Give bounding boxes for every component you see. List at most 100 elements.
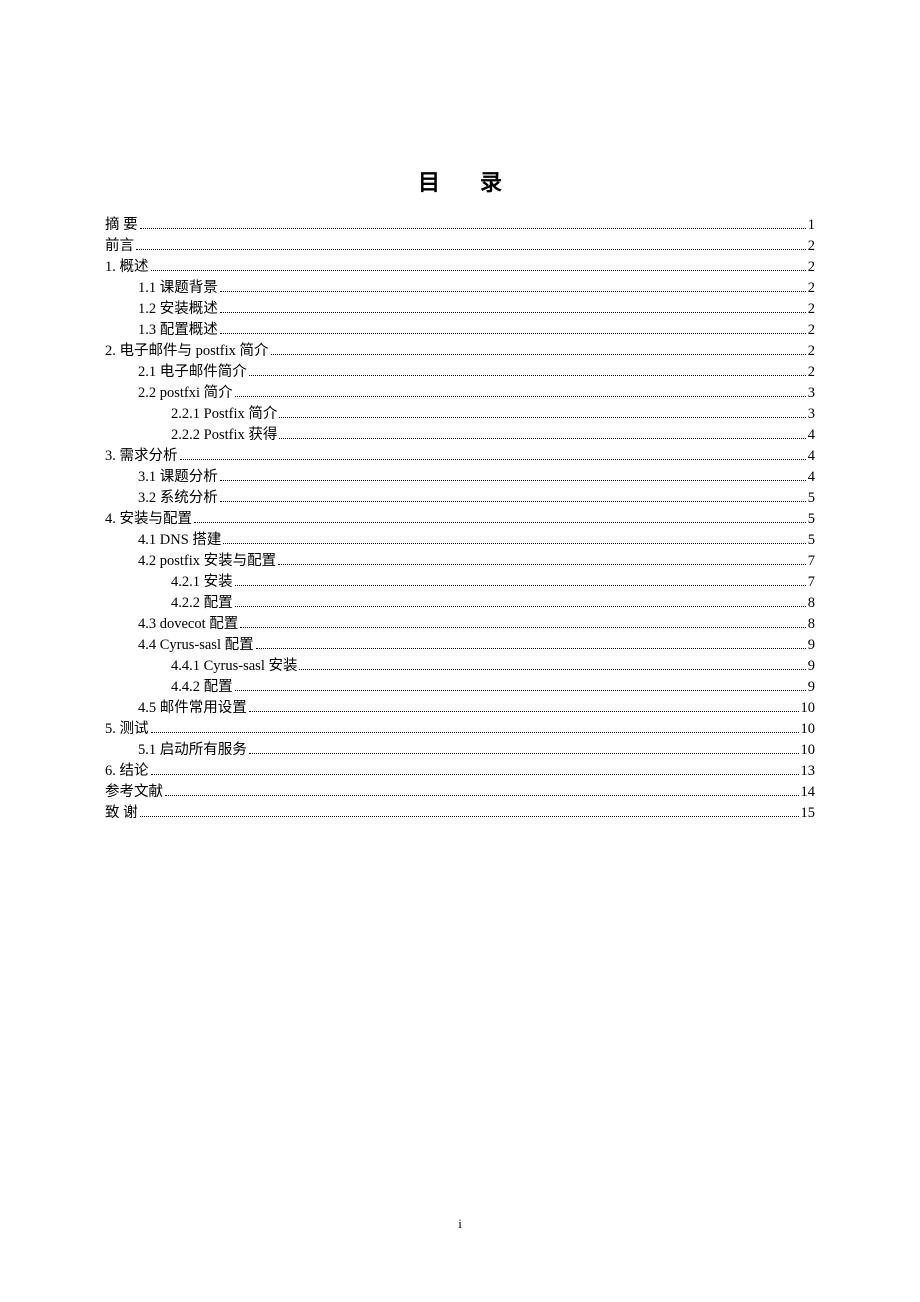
toc-dots (240, 627, 805, 628)
toc-dots (140, 228, 806, 229)
toc-entry: 4.4 Cyrus-sasl 配置 9 (105, 635, 815, 656)
toc-entry: 4.2 postfix 安装与配置 7 (105, 551, 815, 572)
toc-entry-label: 4. 安装与配置 (105, 509, 192, 530)
toc-entry: 参考文献14 (105, 782, 815, 803)
toc-entry-page: 10 (801, 719, 816, 740)
toc-dots (256, 648, 806, 649)
page-footer: i (0, 1216, 920, 1232)
toc-entry: 2.2 postfxi 简介 3 (105, 383, 815, 404)
toc-dots (235, 396, 806, 397)
toc-dots (249, 753, 799, 754)
toc-entry-page: 2 (808, 341, 815, 362)
toc-entry-page: 9 (808, 677, 815, 698)
toc-entry: 1. 概述 2 (105, 257, 815, 278)
toc-entry-label: 2.1 电子邮件简介 (138, 362, 247, 383)
toc-entry: 5. 测试10 (105, 719, 815, 740)
toc-entry-page: 4 (808, 446, 815, 467)
toc-entry-label: 4.2 postfix 安装与配置 (138, 551, 276, 572)
toc-entry-page: 10 (801, 698, 816, 719)
toc-entry-page: 1 (808, 215, 815, 236)
toc-entry: 4.3 dovecot 配置 8 (105, 614, 815, 635)
toc-container: 摘 要1前言21. 概述21.1 课题背景21.2 安装概述21.3 配置概述2… (105, 215, 815, 824)
toc-entry-page: 2 (808, 257, 815, 278)
toc-entry-page: 13 (801, 761, 816, 782)
toc-entry-label: 6. 结论 (105, 761, 149, 782)
toc-entry-page: 5 (808, 530, 815, 551)
toc-entry-page: 3 (808, 383, 815, 404)
toc-entry-page: 7 (808, 551, 815, 572)
toc-entry-page: 2 (808, 236, 815, 257)
toc-dots (235, 690, 806, 691)
toc-entry-label: 摘 要 (105, 215, 138, 236)
toc-dots (271, 354, 806, 355)
toc-dots (235, 606, 806, 607)
toc-dots (235, 585, 806, 586)
toc-entry-page: 4 (808, 425, 815, 446)
toc-entry-page: 2 (808, 362, 815, 383)
toc-entry-label: 2.2 postfxi 简介 (138, 383, 233, 404)
toc-dots (249, 711, 799, 712)
toc-entry-page: 5 (808, 488, 815, 509)
toc-entry: 2. 电子邮件与 postfix 简介 2 (105, 341, 815, 362)
toc-entry-page: 10 (801, 740, 816, 761)
toc-title: 目录 (105, 165, 815, 197)
toc-entry-label: 4.4.2 配置 (171, 677, 233, 698)
toc-entry-label: 3.2 系统分析 (138, 488, 218, 509)
toc-dots (165, 795, 799, 796)
toc-entry-label: 4.5 邮件常用设置 (138, 698, 247, 719)
toc-entry: 4. 安装与配置 5 (105, 509, 815, 530)
toc-dots (194, 522, 806, 523)
toc-entry-page: 8 (808, 614, 815, 635)
toc-entry-label: 2. 电子邮件与 postfix 简介 (105, 341, 269, 362)
toc-entry: 4.2.1 安装7 (105, 572, 815, 593)
toc-entry: 5.1 启动所有服务 10 (105, 740, 815, 761)
toc-entry-label: 4.1 DNS 搭建 (138, 530, 221, 551)
toc-entry-page: 7 (808, 572, 815, 593)
toc-dots (151, 774, 799, 775)
toc-dots (136, 249, 806, 250)
toc-entry-label: 3. 需求分析 (105, 446, 178, 467)
toc-dots (279, 438, 805, 439)
toc-entry-page: 4 (808, 467, 815, 488)
toc-entry-label: 4.3 dovecot 配置 (138, 614, 238, 635)
toc-entry: 摘 要 1 (105, 215, 815, 236)
toc-entry: 3. 需求分析 4 (105, 446, 815, 467)
toc-entry-label: 4.2.2 配置 (171, 593, 233, 614)
toc-entry: 2.2.2 Postfix 获得 4 (105, 425, 815, 446)
toc-entry: 4.5 邮件常用设置 10 (105, 698, 815, 719)
toc-dots (220, 291, 806, 292)
toc-entry: 前言2 (105, 236, 815, 257)
toc-entry-page: 3 (808, 404, 815, 425)
toc-entry-label: 4.4.1 Cyrus-sasl 安装 (171, 656, 297, 677)
toc-dots (278, 564, 806, 565)
toc-entry-label: 4.4 Cyrus-sasl 配置 (138, 635, 254, 656)
toc-entry-label: 1. 概述 (105, 257, 149, 278)
toc-dots (140, 816, 799, 817)
toc-dots (299, 669, 805, 670)
toc-entry-page: 2 (808, 278, 815, 299)
toc-entry: 6. 结论 13 (105, 761, 815, 782)
toc-entry: 2.2.1 Postfix 简介3 (105, 404, 815, 425)
toc-entry: 1.2 安装概述2 (105, 299, 815, 320)
toc-entry-label: 2.2.2 Postfix 获得 (171, 425, 277, 446)
toc-dots (220, 501, 806, 502)
toc-entry-label: 致 谢 (105, 803, 138, 824)
toc-dots (151, 270, 806, 271)
toc-entry: 3.1 课题分析4 (105, 467, 815, 488)
toc-entry-page: 5 (808, 509, 815, 530)
toc-dots (151, 732, 799, 733)
toc-entry: 4.4.1 Cyrus-sasl 安装 9 (105, 656, 815, 677)
toc-dots (180, 459, 806, 460)
toc-entry-label: 1.1 课题背景 (138, 278, 218, 299)
toc-entry-page: 8 (808, 593, 815, 614)
toc-entry-label: 5.1 启动所有服务 (138, 740, 247, 761)
toc-entry: 4.1 DNS 搭建 5 (105, 530, 815, 551)
toc-entry-page: 9 (808, 656, 815, 677)
toc-dots (223, 543, 805, 544)
toc-entry-page: 14 (801, 782, 816, 803)
toc-entry: 1.3 配置概述2 (105, 320, 815, 341)
toc-dots (279, 417, 805, 418)
toc-entry: 2.1 电子邮件简介 2 (105, 362, 815, 383)
toc-entry-page: 9 (808, 635, 815, 656)
toc-entry: 致 谢15 (105, 803, 815, 824)
